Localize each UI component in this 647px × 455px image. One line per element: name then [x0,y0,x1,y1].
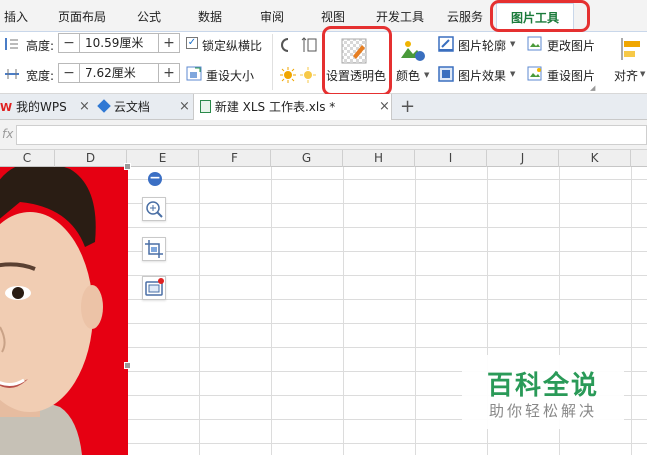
brightness-icon[interactable] [280,66,320,87]
tab-new-xls[interactable]: 新建 XLS 工作表.xls * [193,94,392,120]
picture-effect-button[interactable]: 图片效果 [458,67,506,84]
column-header-e[interactable]: E [127,150,199,167]
column-header-g[interactable]: G [271,150,343,167]
width-value[interactable]: 7.62厘米 [79,64,159,82]
tab-new-xls-label: 新建 XLS 工作表.xls * [214,100,336,114]
align-icon [620,37,642,64]
set-transparent-color-button[interactable]: 设置透明色 [326,67,386,84]
tab-cloud-service[interactable]: 云服务 [447,8,483,25]
align-button[interactable]: 对齐 [614,67,638,84]
outline-dropdown-icon[interactable]: ▼ [510,40,515,48]
height-icon [4,37,20,54]
transparent-color-icon[interactable] [341,38,367,67]
color-icon[interactable] [400,38,426,65]
tab-view[interactable]: 视图 [321,8,345,25]
tab-data[interactable]: 数据 [198,8,222,25]
width-label: 宽度: [26,69,55,83]
xls-file-icon [200,100,211,113]
width-decrement-button[interactable]: − [59,64,79,82]
lock-ratio-label[interactable]: 锁定纵横比 [202,37,262,54]
zoom-picture-button[interactable] [142,197,166,221]
new-tab-button[interactable]: + [400,94,415,120]
align-dropdown-icon[interactable]: ▼ [640,70,645,78]
document-tab-bar: W 我的WPS × 云文档 × 新建 XLS 工作表.xls * × + [0,94,647,120]
column-header-j[interactable]: J [487,150,559,167]
height-label: 高度: [26,39,55,53]
column-header-k[interactable]: K [559,150,631,167]
reset-picture-icon [527,66,543,85]
width-stepper[interactable]: − 7.62厘米 + [58,63,180,83]
effect-icon [438,66,454,85]
close-my-wps-tab-icon[interactable]: × [79,94,90,120]
fx-icon[interactable]: fx [2,127,13,141]
width-icon [4,67,20,84]
lock-ratio-checkbox[interactable]: ✓ [186,37,198,49]
zoom-in-icon [146,201,163,218]
close-xls-tab-icon[interactable]: × [379,94,390,120]
formula-bar: fx [0,120,647,150]
outline-icon [438,36,454,55]
tab-my-wps[interactable]: W 我的WPS [0,94,67,120]
height-increment-button[interactable]: + [159,34,179,52]
height-stepper[interactable]: − 10.59厘米 + [58,33,180,53]
watermark-title: 百科全说 [486,371,599,401]
crop-picture-button[interactable] [142,237,166,261]
column-header-i[interactable]: I [415,150,487,167]
height-value[interactable]: 10.59厘米 [79,34,159,52]
picture-outline-button[interactable]: 图片轮廓 [458,37,506,54]
color-dropdown-icon[interactable]: ▼ [424,71,429,79]
inserted-photo[interactable] [0,167,128,455]
watermark-logo: 百科全说 助你轻松解决 [462,355,624,429]
tab-cloud-docs[interactable]: 云文档 [97,94,150,120]
reset-size-button[interactable]: 重设大小 [206,67,254,84]
effect-dropdown-icon[interactable]: ▼ [510,70,515,78]
wps-logo-icon: W [0,101,13,114]
reset-size-icon [186,66,202,84]
resize-handle-right[interactable] [124,362,131,369]
ribbon: 高度: − 10.59厘米 + ✓ 锁定纵横比 宽度: − 7.62厘米 + 重… [0,32,647,94]
height-decrement-button[interactable]: − [59,34,79,52]
column-header-c[interactable]: C [0,150,55,167]
tab-page-layout[interactable]: 页面布局 [58,8,106,25]
change-picture-icon [527,36,543,55]
cloud-docs-icon [97,99,111,113]
tab-formula[interactable]: 公式 [137,8,161,25]
rotate-icon[interactable] [280,36,320,57]
change-picture-button[interactable]: 更改图片 [547,37,595,54]
resize-handle-top-right[interactable] [124,163,131,170]
tab-developer[interactable]: 开发工具 [376,8,424,25]
column-header-row: C D E F G H I J K [0,150,647,167]
spreadsheet-window: 插入 页面布局 公式 数据 审阅 视图 开发工具 云服务 图片工具 高度: − … [0,0,647,455]
close-cloud-docs-tab-icon[interactable]: × [179,94,190,120]
watermark-subtitle: 助你轻松解决 [488,402,597,420]
child-portrait-image [0,167,128,455]
tab-cloud-docs-label: 云文档 [113,100,150,114]
width-increment-button[interactable]: + [159,64,179,82]
column-header-f[interactable]: F [199,150,271,167]
tab-my-wps-label: 我的WPS [15,100,67,114]
picture-frame-button[interactable] [142,276,166,300]
tab-insert[interactable]: 插入 [4,8,28,25]
reset-picture-button[interactable]: 重设图片 [547,67,595,84]
column-header-d[interactable]: D [55,150,127,167]
menu-bar: 插入 页面布局 公式 数据 审阅 视图 开发工具 云服务 图片工具 [0,0,647,33]
tab-review[interactable]: 审阅 [260,8,284,25]
frame-icon [145,278,164,296]
color-button[interactable]: 颜色 [396,67,420,84]
group-expander-icon[interactable]: ◢ [590,84,595,92]
formula-input[interactable] [16,125,647,145]
collapse-toolbar-icon[interactable]: − [148,171,162,186]
column-header-h[interactable]: H [343,150,415,167]
crop-icon [145,240,163,258]
tab-picture-tools[interactable]: 图片工具 [496,3,575,33]
ribbon-separator [272,34,273,90]
